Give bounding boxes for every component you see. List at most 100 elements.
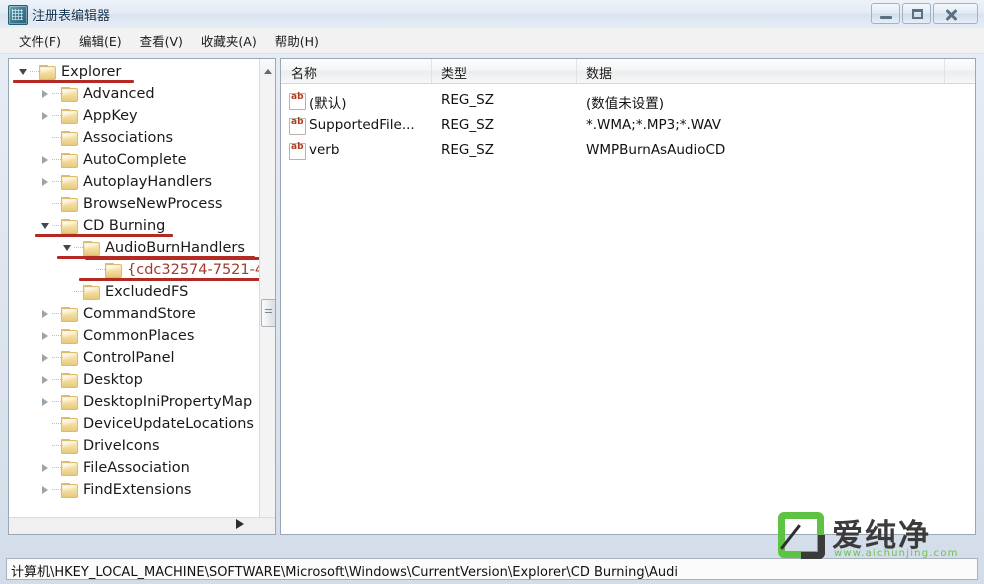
tree-collapse-arrow-icon[interactable] bbox=[41, 222, 50, 231]
tree-item[interactable]: AutoplayHandlers bbox=[9, 171, 261, 193]
tree-item[interactable]: BrowseNewProcess bbox=[9, 193, 261, 215]
tree-item[interactable]: AudioBurnHandlers bbox=[9, 237, 261, 259]
folder-icon bbox=[83, 241, 100, 256]
folder-icon bbox=[61, 373, 78, 388]
tree-item[interactable]: FileAssociation bbox=[9, 457, 261, 479]
tree-expand-arrow-icon[interactable] bbox=[41, 156, 50, 165]
value-name: SupportedFile... bbox=[309, 117, 415, 133]
window-controls bbox=[871, 3, 978, 24]
registry-tree-pane[interactable]: Explorer Advanced AppKey Associations AutoCo… bbox=[8, 58, 276, 535]
registry-editor-window: 注册表编辑器 文件(F) 编辑(E) 查看(V) 收藏夹(A) 帮助(H) Ex… bbox=[0, 0, 984, 584]
value-row[interactable]: verb REG_SZ WMPBurnAsAudioCD bbox=[281, 139, 975, 163]
string-value-icon bbox=[289, 92, 306, 110]
value-type: REG_SZ bbox=[441, 142, 494, 158]
tree-item[interactable]: ExcludedFS bbox=[9, 281, 261, 303]
tree-item-label: Associations bbox=[83, 130, 174, 146]
watermark: 爱纯净 www.aichunjing.com bbox=[778, 508, 974, 562]
tree-expand-arrow-icon[interactable] bbox=[41, 332, 50, 341]
tree-connector-line bbox=[52, 93, 61, 95]
menu-item-view[interactable]: 查看(V) bbox=[131, 28, 192, 53]
tree-connector-line bbox=[30, 71, 39, 73]
registry-values-pane[interactable]: 名称 类型 数据 (默认) REG_SZ (数值未设置) SupportedFile.… bbox=[280, 58, 976, 535]
tree-item[interactable]: AutoComplete bbox=[9, 149, 261, 171]
column-header-data[interactable]: 数据 bbox=[586, 63, 612, 82]
column-divider-3[interactable] bbox=[944, 59, 945, 83]
column-header-type[interactable]: 类型 bbox=[441, 63, 467, 82]
folder-icon bbox=[61, 219, 78, 234]
tree-expand-arrow-icon[interactable] bbox=[41, 486, 50, 495]
tree-item[interactable]: AppKey bbox=[9, 105, 261, 127]
registry-path: 计算机\HKEY_LOCAL_MACHINE\SOFTWARE\Microsof… bbox=[11, 565, 678, 580]
folder-icon bbox=[61, 483, 78, 498]
tree-expand-arrow-icon[interactable] bbox=[41, 376, 50, 385]
menu-item-help[interactable]: 帮助(H) bbox=[266, 28, 328, 53]
tree-item[interactable]: FindExtensions bbox=[9, 479, 261, 501]
tree-expand-arrow-icon[interactable] bbox=[41, 310, 50, 319]
folder-icon bbox=[39, 65, 56, 80]
column-divider-2[interactable] bbox=[576, 59, 577, 83]
minimize-button[interactable] bbox=[871, 3, 900, 24]
tree-connector-line bbox=[74, 291, 83, 293]
tree-item[interactable]: Explorer bbox=[9, 61, 261, 83]
tree-expand-arrow-icon[interactable] bbox=[41, 354, 50, 363]
tree-connector-line bbox=[52, 467, 61, 469]
tree-connector-line bbox=[52, 313, 61, 315]
tree-connector-line bbox=[74, 247, 83, 249]
value-data: (数值未设置) bbox=[586, 96, 665, 112]
minimize-icon bbox=[872, 4, 899, 23]
close-button[interactable] bbox=[933, 3, 978, 24]
tree-item[interactable]: CD Burning bbox=[9, 215, 261, 237]
tree-expand-arrow-icon[interactable] bbox=[41, 178, 50, 187]
tree-item[interactable]: {cdc32574-7521-4 bbox=[9, 259, 261, 281]
tree-collapse-arrow-icon[interactable] bbox=[63, 244, 72, 253]
folder-icon bbox=[61, 329, 78, 344]
folder-icon bbox=[61, 395, 78, 410]
folder-icon bbox=[61, 461, 78, 476]
tree-connector-line bbox=[52, 489, 61, 491]
maximize-button[interactable] bbox=[902, 3, 931, 24]
folder-icon bbox=[61, 175, 78, 190]
scroll-up-button[interactable] bbox=[260, 59, 275, 76]
tree-item[interactable]: CommonPlaces bbox=[9, 325, 261, 347]
vertical-scroll-thumb[interactable] bbox=[261, 299, 275, 327]
tree-connector-line bbox=[52, 225, 61, 227]
tree-connector-line bbox=[52, 357, 61, 359]
folder-icon bbox=[61, 417, 78, 432]
tree-horizontal-scrollbar[interactable] bbox=[9, 517, 275, 534]
column-divider-1[interactable] bbox=[431, 59, 432, 83]
registry-tree[interactable]: Explorer Advanced AppKey Associations AutoCo… bbox=[9, 59, 261, 514]
tree-collapse-arrow-icon[interactable] bbox=[19, 68, 28, 77]
tree-vertical-scrollbar[interactable] bbox=[259, 59, 275, 534]
menu-item-favorites[interactable]: 收藏夹(A) bbox=[192, 28, 266, 53]
tree-expand-arrow-icon[interactable] bbox=[41, 112, 50, 121]
string-value-icon bbox=[289, 117, 306, 135]
menu-item-edit[interactable]: 编辑(E) bbox=[70, 28, 131, 53]
aichunjing-logo-icon bbox=[778, 512, 825, 559]
tree-item[interactable]: DesktopIniPropertyMap bbox=[9, 391, 261, 413]
tree-item[interactable]: Desktop bbox=[9, 369, 261, 391]
tree-expand-arrow-icon[interactable] bbox=[41, 398, 50, 407]
close-icon bbox=[934, 4, 977, 23]
value-row[interactable]: (默认) REG_SZ (数值未设置) bbox=[281, 89, 975, 113]
tree-item[interactable]: CommandStore bbox=[9, 303, 261, 325]
column-header-name[interactable]: 名称 bbox=[291, 63, 317, 82]
tree-expand-arrow-icon[interactable] bbox=[41, 464, 50, 473]
tree-item[interactable]: DeviceUpdateLocations bbox=[9, 413, 261, 435]
tree-item[interactable]: Advanced bbox=[9, 83, 261, 105]
tree-item[interactable]: DriveIcons bbox=[9, 435, 261, 457]
menu-item-file[interactable]: 文件(F) bbox=[10, 28, 70, 53]
chevron-up-icon bbox=[264, 65, 272, 74]
folder-icon bbox=[83, 285, 100, 300]
menu-bar: 文件(F) 编辑(E) 查看(V) 收藏夹(A) 帮助(H) bbox=[0, 28, 984, 54]
tree-connector-line bbox=[52, 203, 61, 205]
tree-expand-arrow-icon[interactable] bbox=[41, 90, 50, 99]
tree-item[interactable]: Associations bbox=[9, 127, 261, 149]
folder-icon bbox=[61, 131, 78, 146]
folder-icon bbox=[61, 307, 78, 322]
tree-connector-line bbox=[96, 269, 105, 271]
tree-item[interactable]: ControlPanel bbox=[9, 347, 261, 369]
folder-icon bbox=[61, 109, 78, 124]
mouse-cursor-icon bbox=[236, 519, 249, 529]
watermark-url: www.aichunjing.com bbox=[834, 548, 959, 559]
value-row[interactable]: SupportedFile... REG_SZ *.WMA;*.MP3;*.WAV bbox=[281, 114, 975, 138]
